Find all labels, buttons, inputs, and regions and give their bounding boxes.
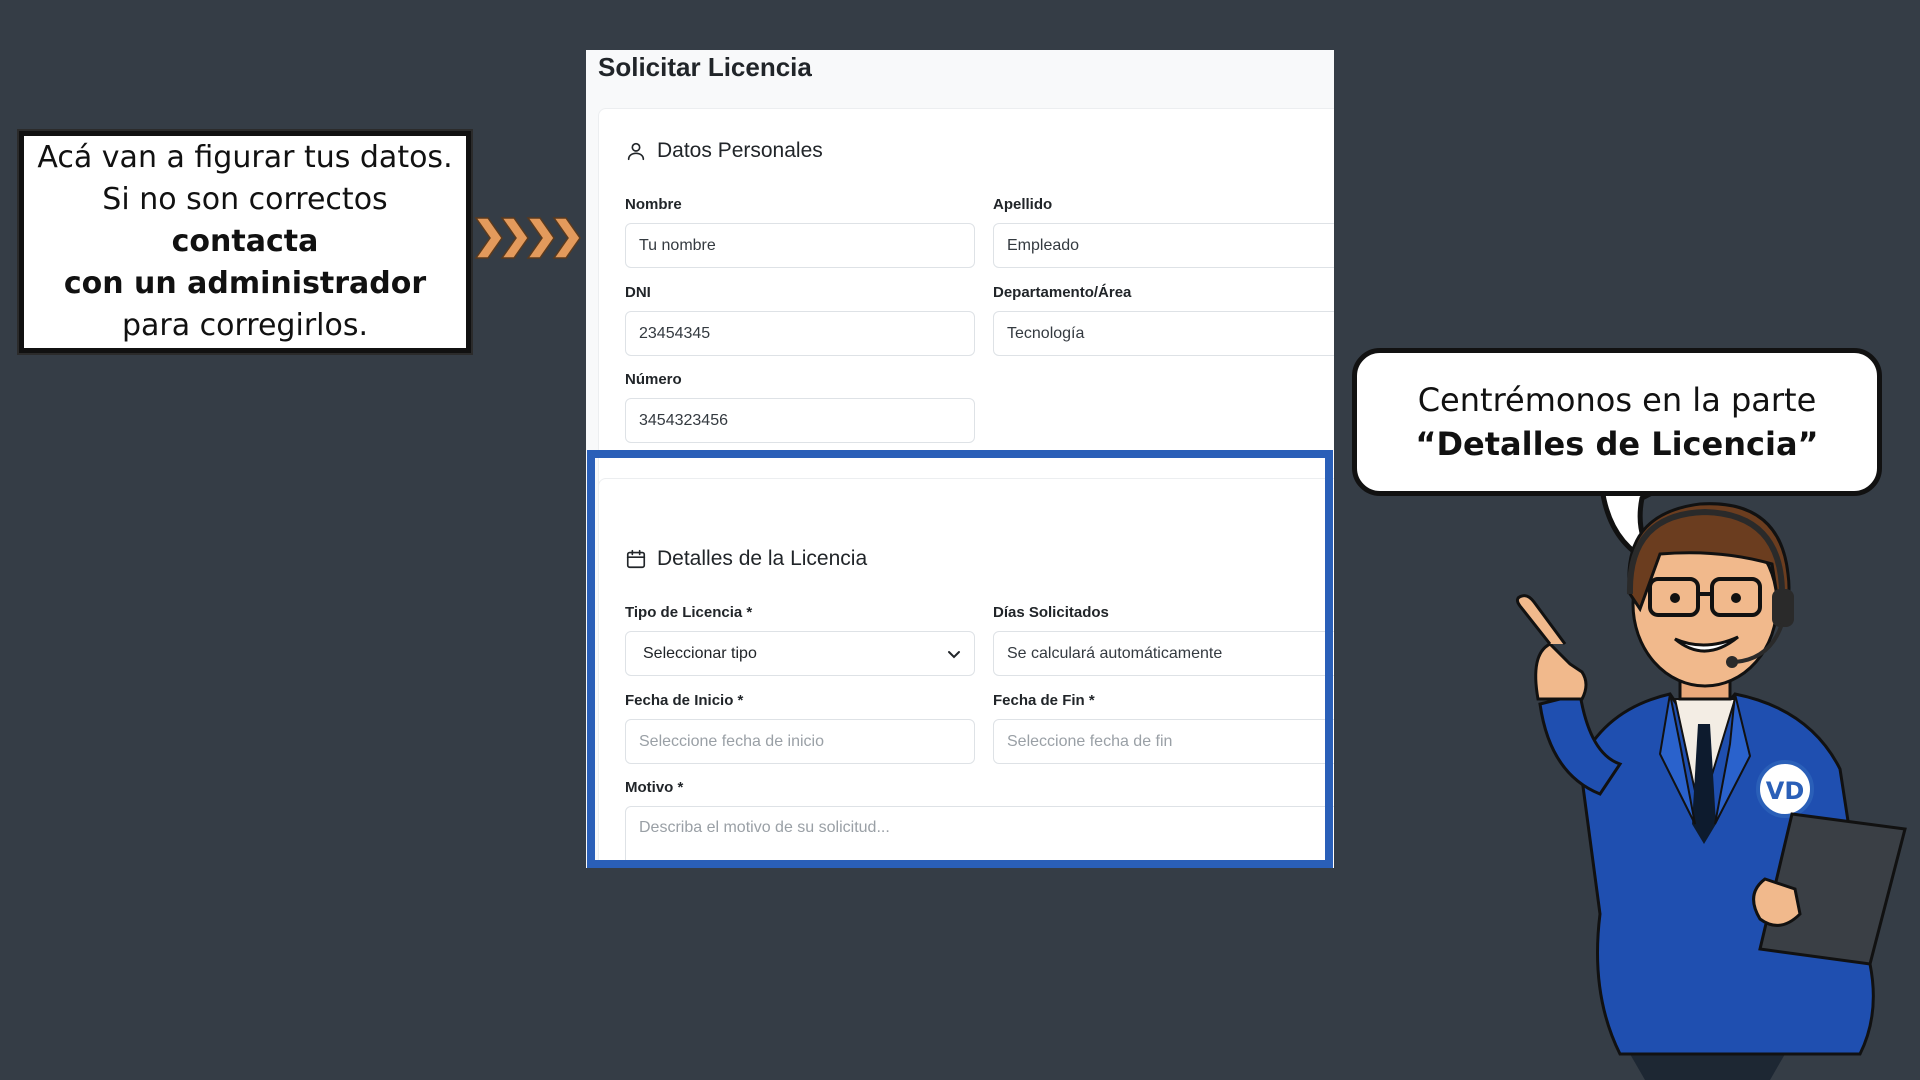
- license-details-title: Detalles de la Licencia: [657, 547, 868, 570]
- fecha-fin-input[interactable]: Seleccione fecha de fin: [993, 719, 1334, 764]
- presenter-character-illustration: VD: [1515, 502, 1907, 1080]
- dias-solicitados-input[interactable]: Se calculará automáticamente: [993, 631, 1334, 676]
- bubble-line1: Centrémonos en la parte: [1417, 381, 1817, 419]
- personal-data-title: Datos Personales: [657, 139, 823, 162]
- nombre-input[interactable]: Tu nombre: [625, 223, 975, 268]
- calendar-icon: [626, 549, 646, 569]
- fecha-inicio-label: Fecha de Inicio *: [625, 692, 744, 709]
- tipo-licencia-value: Seleccionar tipo: [643, 644, 757, 662]
- tipo-licencia-select[interactable]: Seleccionar tipo: [625, 631, 975, 676]
- bubble-line2: “Detalles de Licencia”: [1415, 425, 1819, 463]
- annotation-line4: para corregirlos.: [121, 308, 369, 343]
- departamento-label: Departamento/Área: [993, 284, 1132, 301]
- dni-field: DNI 23454345: [625, 283, 975, 356]
- dias-solicitados-field: Días Solicitados Se calculará automática…: [993, 603, 1334, 676]
- dni-input[interactable]: 23454345: [625, 311, 975, 356]
- apellido-label: Apellido: [993, 196, 1053, 213]
- annotation-line3-bold: con un administrador: [63, 266, 427, 301]
- annotation-line1: Acá van a figurar tus datos.: [37, 140, 453, 175]
- speech-bubble: Centrémonos en la parte “Detalles de Lic…: [1352, 348, 1882, 496]
- fecha-fin-label: Fecha de Fin *: [993, 692, 1095, 709]
- chevron-arrows-icon: [474, 217, 581, 259]
- departamento-field: Departamento/Área Tecnología: [993, 283, 1334, 356]
- license-details-card: Detalles de la Licencia Tipo de Licencia…: [598, 478, 1334, 868]
- motivo-label: Motivo *: [625, 779, 684, 796]
- user-icon: [627, 142, 645, 161]
- nombre-label: Nombre: [625, 196, 682, 213]
- apellido-field: Apellido Empleado: [993, 195, 1334, 268]
- license-request-panel: Solicitar Licencia Datos Personales Nomb…: [586, 50, 1334, 868]
- annotation-line2-prefix: Si no son correctos: [102, 182, 388, 217]
- numero-input[interactable]: 3454323456: [625, 398, 975, 443]
- page-title: Solicitar Licencia: [598, 52, 812, 82]
- apellido-input[interactable]: Empleado: [993, 223, 1334, 268]
- chevron-down-icon: [948, 651, 960, 659]
- badge-text: VD: [1766, 777, 1805, 805]
- license-details-header: Detalles de la Licencia: [625, 543, 867, 575]
- numero-field: Número 3454323456: [625, 370, 975, 443]
- dni-label: DNI: [625, 284, 651, 301]
- annotation-line2-bold: contacta: [171, 224, 319, 259]
- tipo-licencia-label: Tipo de Licencia *: [625, 604, 753, 621]
- fecha-inicio-field: Fecha de Inicio * Seleccione fecha de in…: [625, 691, 975, 764]
- personal-data-header: Datos Personales: [625, 135, 823, 167]
- departamento-input[interactable]: Tecnología: [993, 311, 1334, 356]
- fecha-fin-field: Fecha de Fin * Seleccione fecha de fin: [993, 691, 1334, 764]
- motivo-textarea[interactable]: Describa el motivo de su solicitud...: [625, 806, 1334, 868]
- nombre-field: Nombre Tu nombre: [625, 195, 975, 268]
- dias-solicitados-label: Días Solicitados: [993, 604, 1109, 621]
- annotation-box: Acá van a figurar tus datos. Si no son c…: [17, 129, 473, 355]
- motivo-field: Motivo * Describa el motivo de su solici…: [625, 778, 1334, 868]
- tipo-licencia-field: Tipo de Licencia * Seleccionar tipo: [625, 603, 975, 676]
- fecha-inicio-input[interactable]: Seleccione fecha de inicio: [625, 719, 975, 764]
- personal-data-card: Datos Personales Nombre Tu nombre Apelli…: [598, 108, 1334, 500]
- numero-label: Número: [625, 371, 682, 388]
